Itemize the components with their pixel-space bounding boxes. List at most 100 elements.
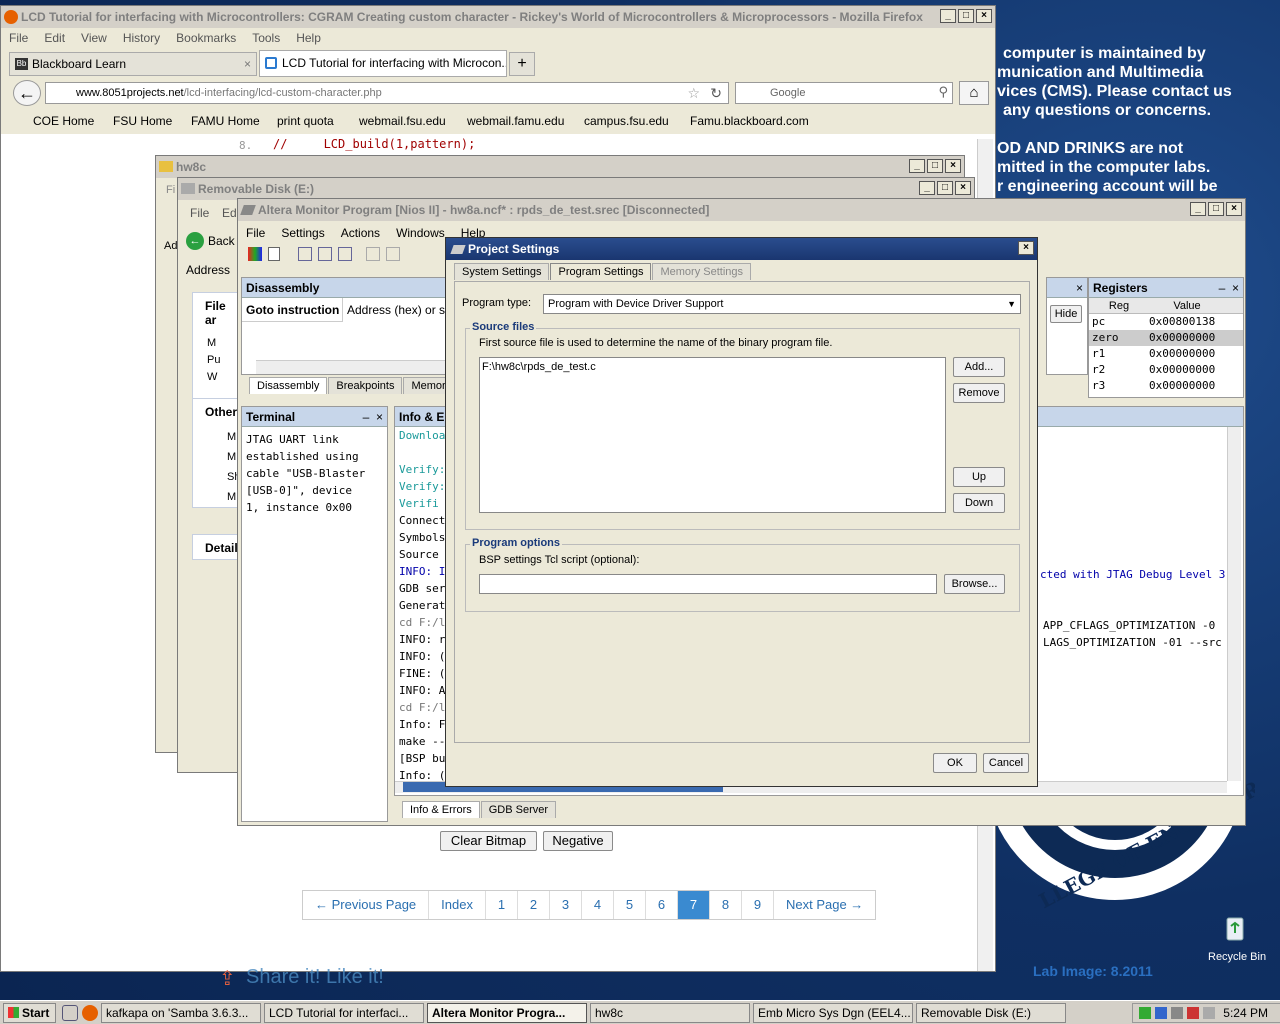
minimize-button[interactable]: _	[940, 9, 956, 23]
new-project-icon[interactable]	[248, 247, 262, 261]
tab-blackboard[interactable]: Bb Blackboard Learn ×	[9, 52, 257, 76]
prev-page-link[interactable]: ← Previous Page	[303, 891, 430, 919]
network-icon[interactable]	[1139, 1006, 1152, 1019]
shield-icon[interactable]	[1187, 1006, 1200, 1019]
close-icon[interactable]: – ×	[1219, 278, 1239, 298]
index-link[interactable]: Index	[429, 891, 486, 919]
address-input[interactable]: Address (hex) or sym	[342, 298, 452, 322]
menu-help[interactable]: Help	[288, 31, 329, 45]
page-link-4[interactable]: 4	[582, 891, 614, 919]
tab-memory-settings[interactable]: Memory Settings	[652, 263, 751, 280]
tab-program-settings[interactable]: Program Settings	[550, 263, 652, 280]
close-button[interactable]: ×	[1018, 241, 1034, 255]
minimize-button[interactable]: _	[919, 181, 935, 195]
disk-titlebar[interactable]: Removable Disk (E:) _ □ ×	[178, 178, 974, 200]
back-arrow-icon[interactable]: ←	[13, 80, 41, 106]
list-item[interactable]: F:\hw8c\rpds_de_test.c	[482, 361, 943, 373]
bookmark-coe-home[interactable]: COE Home	[33, 114, 94, 128]
close-button[interactable]: ×	[945, 159, 961, 173]
taskbar-item[interactable]: Removable Disk (E:)	[916, 1002, 1066, 1023]
recycle-bin-icon[interactable]	[1220, 912, 1250, 942]
tab-gdb-server[interactable]: GDB Server	[480, 801, 557, 818]
taskbar-item[interactable]: kafkapa on 'Samba 3.6.3...	[101, 1002, 261, 1023]
page-link-5[interactable]: 5	[614, 891, 646, 919]
menu-tools[interactable]: Tools	[244, 31, 288, 45]
menu-actions[interactable]: Actions	[333, 226, 388, 240]
down-button[interactable]: Down	[953, 493, 1005, 513]
taskbar-item-active[interactable]: Altera Monitor Progra...	[427, 1002, 587, 1023]
close-icon[interactable]: ×	[244, 53, 251, 75]
home-icon[interactable]: ⌂	[959, 81, 989, 105]
taskbar-item[interactable]: Emb Micro Sys Dgn (EEL4...	[753, 1002, 913, 1023]
new-tab-button[interactable]: +	[509, 52, 535, 76]
firefox-titlebar[interactable]: LCD Tutorial for interfacing with Microc…	[1, 6, 995, 28]
url-bar[interactable]: www.8051projects.net/lcd-interfacing/lcd…	[45, 82, 729, 104]
bookmark-webmail-famu[interactable]: webmail.famu.edu	[467, 114, 564, 128]
page-link-1[interactable]: 1	[486, 891, 518, 919]
menu-view[interactable]: View	[73, 31, 115, 45]
source-files-list[interactable]: F:\hw8c\rpds_de_test.c	[479, 357, 946, 513]
search-input[interactable]: Google ⚲	[735, 82, 953, 104]
program-type-select[interactable]: Program with Device Driver Support ▼	[543, 294, 1021, 314]
task-item[interactable]: W	[207, 369, 239, 386]
page-link-2[interactable]: 2	[518, 891, 550, 919]
maximize-button[interactable]: □	[937, 181, 953, 195]
close-button[interactable]: ×	[1226, 202, 1242, 216]
bookmark-famu-home[interactable]: FAMU Home	[191, 114, 260, 128]
tray-icon[interactable]	[1203, 1006, 1216, 1019]
maximize-button[interactable]: □	[927, 159, 943, 173]
close-button[interactable]: ×	[955, 181, 971, 195]
details-panel[interactable]: Detail	[192, 534, 240, 560]
menu-file[interactable]: File	[238, 226, 273, 240]
menu-settings[interactable]: Settings	[273, 226, 332, 240]
menu-edit[interactable]: Edit	[36, 31, 73, 45]
cancel-button[interactable]: Cancel	[983, 753, 1029, 773]
table-row[interactable]: r1 0x00000000	[1089, 346, 1243, 362]
page-link-9[interactable]: 9	[742, 891, 774, 919]
menu-windows[interactable]: Windows	[388, 226, 453, 240]
search-icon[interactable]: ⚲	[938, 82, 948, 102]
dialog-titlebar[interactable]: Project Settings ×	[446, 238, 1037, 260]
bookmark-print-quota[interactable]: print quota	[277, 114, 334, 128]
table-row[interactable]: pc 0x00800138	[1089, 314, 1243, 330]
pause-icon[interactable]	[386, 247, 400, 261]
remove-button[interactable]: Remove	[953, 383, 1005, 403]
download-icon[interactable]	[318, 247, 332, 261]
ok-button[interactable]: OK	[933, 753, 977, 773]
browse-button[interactable]: Browse...	[944, 574, 1005, 594]
page-link-6[interactable]: 6	[646, 891, 678, 919]
tab-info-errors[interactable]: Info & Errors	[402, 801, 480, 818]
tab-system-settings[interactable]: System Settings	[454, 263, 550, 280]
star-icon[interactable]: ☆	[687, 83, 700, 103]
tray-icon[interactable]	[1155, 1006, 1168, 1019]
table-row[interactable]: r2 0x00000000	[1089, 362, 1243, 378]
bookmark-webmail-fsu[interactable]: webmail.fsu.edu	[359, 114, 446, 128]
up-button[interactable]: Up	[953, 467, 1005, 487]
bookmark-campus-fsu[interactable]: campus.fsu.edu	[584, 114, 669, 128]
hide-button[interactable]: Hide	[1050, 305, 1082, 323]
close-icon[interactable]: ×	[1076, 278, 1083, 298]
altera-titlebar[interactable]: Altera Monitor Program [Nios II] - hw8a.…	[238, 199, 1245, 221]
maximize-button[interactable]: □	[958, 9, 974, 23]
minimize-button[interactable]: _	[1190, 202, 1206, 216]
clear-bitmap-button[interactable]: Clear Bitmap	[440, 831, 537, 851]
tab-breakpoints[interactable]: Breakpoints	[328, 377, 403, 394]
start-button[interactable]: Start	[3, 1002, 56, 1023]
maximize-button[interactable]: □	[1208, 202, 1224, 216]
load-icon[interactable]	[338, 247, 352, 261]
taskbar-item[interactable]: hw8c	[590, 1002, 750, 1023]
next-page-link[interactable]: Next Page →	[774, 891, 875, 919]
task-item[interactable]: M	[207, 335, 239, 352]
bookmark-famu-blackboard[interactable]: Famu.blackboard.com	[690, 114, 809, 128]
back-arrow-icon[interactable]: ←	[186, 232, 204, 250]
disassembly-hscroll[interactable]	[256, 360, 446, 374]
bookmark-fsu-home[interactable]: FSU Home	[113, 114, 172, 128]
continue-icon[interactable]	[366, 247, 380, 261]
tab-disassembly[interactable]: Disassembly	[249, 377, 328, 394]
taskbar-item[interactable]: LCD Tutorial for interfaci...	[264, 1002, 424, 1023]
minimize-button[interactable]: _	[909, 159, 925, 173]
back-label[interactable]: Back	[208, 234, 235, 248]
menu-history[interactable]: History	[115, 31, 168, 45]
bsp-input[interactable]	[479, 574, 937, 594]
disk-menu-file[interactable]: File	[190, 206, 209, 220]
